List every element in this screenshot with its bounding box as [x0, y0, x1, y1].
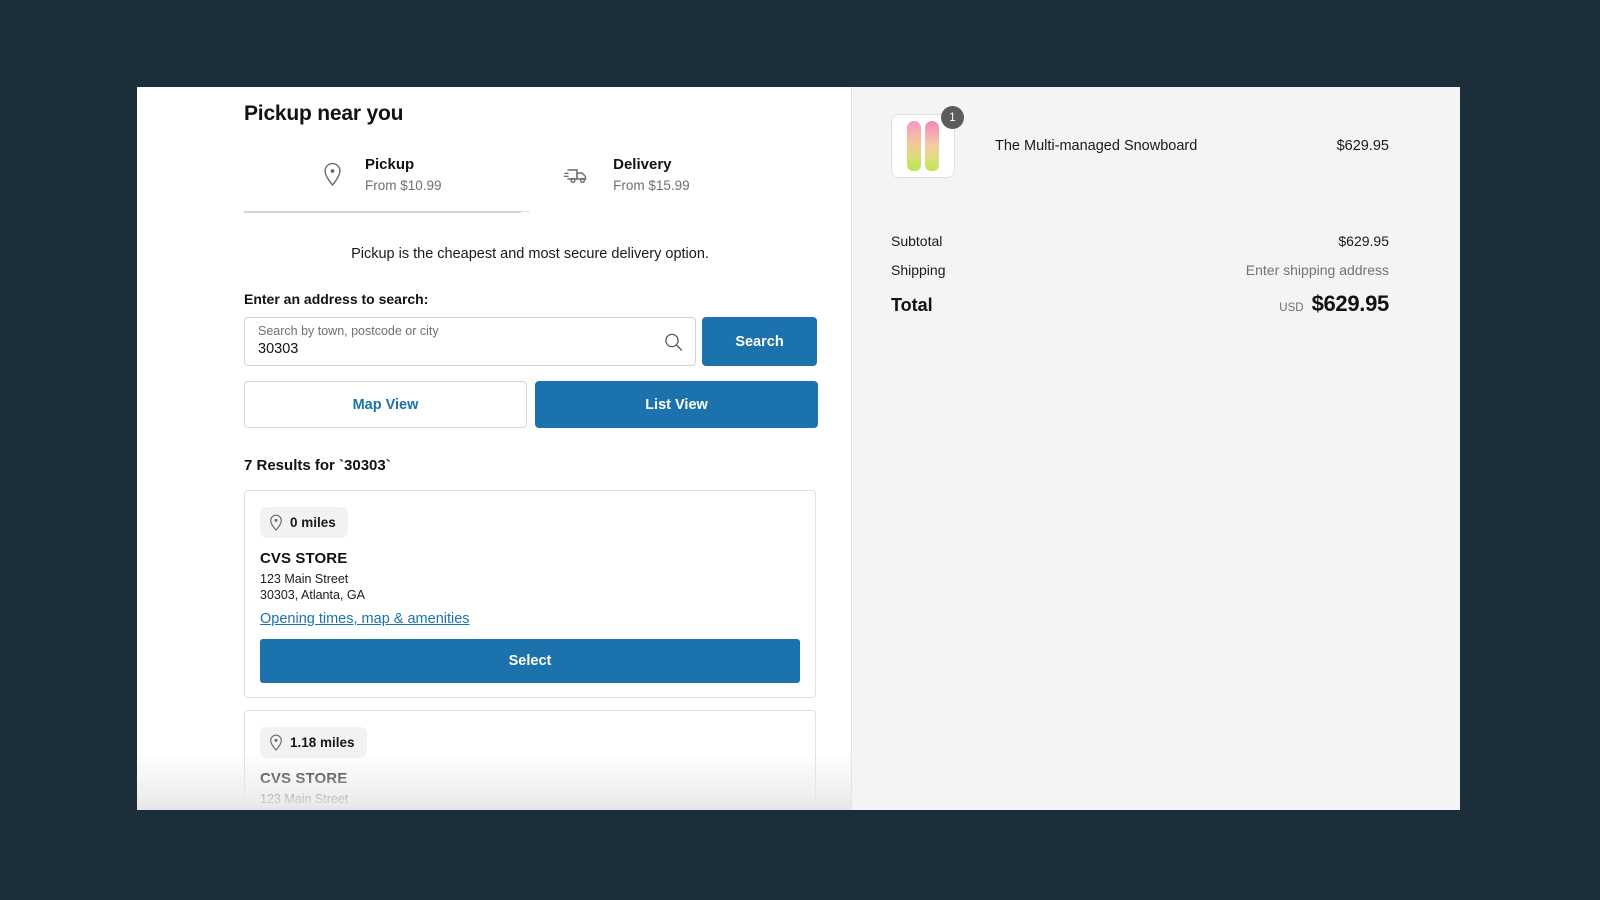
delivery-truck-icon: [563, 164, 591, 186]
tab-pickup-label: Pickup: [365, 156, 415, 173]
delivery-method-tabs: Pickup From $10.99 Delivery From $15.99: [244, 150, 791, 213]
shipping-label: Shipping: [891, 262, 946, 278]
currency-code: USD: [1279, 302, 1304, 314]
product-thumbnail-wrap: 1: [891, 106, 964, 178]
search-input[interactable]: Search by town, postcode or city 30303: [244, 317, 696, 366]
order-line-item: 1 The Multi-managed Snowboard $629.95: [891, 106, 1389, 178]
subtotal-label: Subtotal: [891, 233, 943, 249]
map-pin-icon: [322, 162, 343, 187]
store-distance-text: 0 miles: [290, 515, 336, 530]
tab-delivery-price: From $15.99: [613, 178, 690, 193]
product-name: The Multi-managed Snowboard: [995, 138, 1198, 154]
total-label: Total: [891, 295, 933, 315]
store-card[interactable]: 0 miles CVS STORE 123 Main Street 30303,…: [244, 490, 816, 699]
pickup-scroll-area[interactable]: Pickup near you Pickup From $10.99 Deliv…: [137, 87, 851, 810]
order-summary-panel: 1 The Multi-managed Snowboard $629.95 Su…: [852, 87, 1460, 810]
store-distance-badge: 0 miles: [260, 507, 348, 538]
store-address-line1: 123 Main Street: [260, 572, 349, 586]
list-view-button[interactable]: List View: [535, 381, 818, 428]
store-distance-badge: 1.18 miles: [260, 727, 367, 759]
store-address-line2: 30303, Atlanta, GA: [260, 587, 365, 602]
store-select-button[interactable]: Select: [260, 639, 800, 684]
pickup-panel: Pickup near you Pickup From $10.99 Deliv…: [137, 87, 852, 810]
store-distance-text: 1.18 miles: [290, 735, 355, 751]
map-pin-icon: [269, 734, 283, 752]
tab-delivery-label: Delivery: [613, 156, 672, 173]
tab-pickup[interactable]: Pickup From $10.99: [244, 150, 522, 213]
tab-pickup-price: From $10.99: [365, 178, 442, 193]
subtotal-value: $629.95: [1338, 233, 1389, 249]
store-name: CVS STORE: [260, 550, 348, 567]
snowboard-graphic-icon: [907, 121, 921, 171]
address-search-row: Search by town, postcode or city 30303 S…: [244, 317, 817, 366]
store-details-link[interactable]: Opening times, map & amenities: [260, 611, 470, 627]
store-address-line1: 123 Main Street: [260, 792, 349, 807]
store-address-line2: 30303, Atlanta, GA: [260, 808, 800, 810]
store-card[interactable]: 1.18 miles CVS STORE 123 Main Street 303…: [244, 710, 816, 810]
map-pin-icon: [269, 514, 283, 531]
address-search-label: Enter an address to search:: [244, 291, 429, 307]
tab-delivery[interactable]: Delivery From $15.99: [521, 150, 791, 213]
search-button[interactable]: Search: [702, 317, 817, 366]
product-price: $629.95: [1336, 138, 1389, 154]
results-count: 7 Results for `30303`: [244, 457, 391, 474]
total-value: $629.95: [1311, 291, 1390, 316]
grand-total-row: Total USD $629.95: [891, 291, 1389, 317]
search-input-value: 30303: [258, 340, 299, 357]
checkout-window: Pickup near you Pickup From $10.99 Deliv…: [137, 87, 1460, 810]
quantity-badge: 1: [941, 106, 964, 129]
search-icon: [664, 332, 683, 351]
promo-message: Pickup is the cheapest and most secure d…: [351, 246, 709, 262]
page-title: Pickup near you: [244, 102, 404, 125]
store-name: CVS STORE: [260, 770, 348, 788]
snowboard-graphic-icon: [925, 121, 939, 171]
shipping-value: Enter shipping address: [1245, 262, 1389, 278]
totals-section: Subtotal $629.95 Shipping Enter shipping…: [891, 233, 1389, 317]
view-toggle: Map View List View: [244, 381, 818, 428]
search-input-placeholder: Search by town, postcode or city: [258, 324, 439, 339]
map-view-button[interactable]: Map View: [244, 381, 527, 428]
subtotal-row: Subtotal $629.95: [891, 233, 1389, 249]
shipping-row: Shipping Enter shipping address: [891, 262, 1389, 278]
